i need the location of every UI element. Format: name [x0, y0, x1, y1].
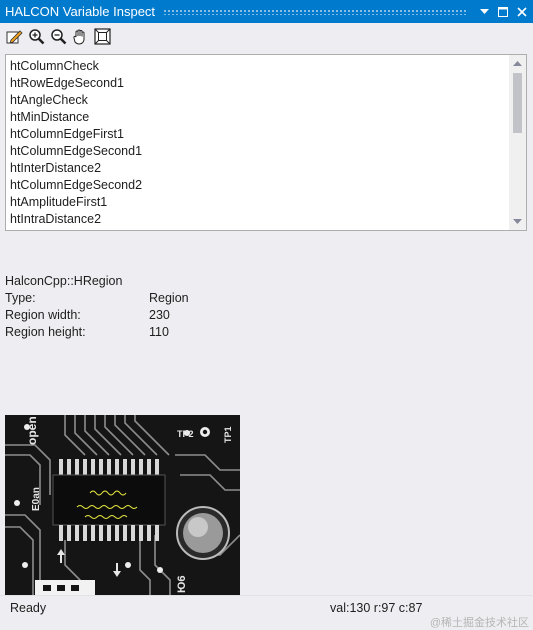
variable-listbox[interactable]: htColumnCheck htRowEdgeSecond1 htAngleCh…	[5, 54, 527, 231]
maximize-icon	[498, 6, 508, 17]
zoom-in-button[interactable]	[27, 27, 45, 45]
arrow-up-icon	[513, 61, 522, 66]
edit-icon	[6, 29, 23, 44]
list-item[interactable]: htColumnEdgeFirst1	[6, 126, 508, 143]
fit-window-button[interactable]	[93, 27, 111, 45]
silk-label: E0an	[31, 487, 42, 511]
status-text: Ready	[10, 601, 47, 615]
zoom-out-button[interactable]	[49, 27, 67, 45]
silk-label: TP1	[223, 426, 233, 443]
toolbar	[0, 23, 533, 49]
fit-window-icon	[93, 27, 111, 45]
maximize-button[interactable]	[495, 4, 511, 20]
pan-button[interactable]	[71, 27, 89, 45]
list-item[interactable]: htRowEdgeSecond1	[6, 75, 508, 92]
list-item[interactable]: htMinDistance	[6, 109, 508, 126]
scrollbar-thumb[interactable]	[513, 73, 522, 133]
list-item[interactable]: htColumnEdgeSecond2	[6, 177, 508, 194]
close-button[interactable]	[514, 4, 530, 20]
vertical-scrollbar[interactable]	[509, 55, 526, 230]
title-bar[interactable]: HALCON Variable Inspect	[0, 0, 533, 23]
list-item[interactable]: htAmplitudeFirst1	[6, 194, 508, 211]
zoom-out-icon	[50, 28, 66, 44]
window-menu-button[interactable]	[476, 4, 492, 20]
list-item[interactable]: htColumnCheck	[6, 58, 508, 75]
silk-label: Ю6	[176, 576, 188, 593]
detail-key: Region width:	[5, 308, 81, 322]
zoom-in-icon	[28, 28, 44, 44]
list-item[interactable]: htIntraDistance2	[6, 211, 508, 228]
window-title: HALCON Variable Inspect	[5, 4, 156, 19]
detail-key: Region height:	[5, 325, 86, 339]
close-icon	[517, 6, 527, 17]
detail-key: Type:	[5, 291, 36, 305]
arrow-down-icon	[513, 219, 522, 224]
detail-value: Region	[149, 291, 189, 305]
pixel-readout: val:130 r:97 c:87	[330, 601, 423, 615]
detail-value: 110	[149, 325, 169, 339]
list-item[interactable]: htAngleCheck	[6, 92, 508, 109]
list-item[interactable]: htInterDistance2	[6, 160, 508, 177]
variable-list: htColumnCheck htRowEdgeSecond1 htAngleCh…	[6, 58, 508, 228]
status-bar: Ready val:130 r:97 c:87 @稀土掘金技术社区	[0, 595, 533, 630]
variable-details: HalconCpp::HRegion Type: Region Region w…	[5, 273, 405, 341]
image-preview[interactable]: open TP2 E0an TP1 Ю6	[5, 415, 240, 595]
pcb-image: open TP2 E0an TP1 Ю6	[5, 415, 240, 595]
scroll-down-button[interactable]	[509, 213, 526, 230]
list-item[interactable]: htColumnEdgeSecond1	[6, 143, 508, 160]
chevron-down-icon	[479, 8, 489, 14]
drag-grip[interactable]	[163, 8, 468, 15]
watermark: @稀土掘金技术社区	[429, 617, 529, 629]
silk-label: TP2	[177, 429, 194, 439]
class-name: HalconCpp::HRegion	[5, 274, 123, 288]
silk-label: open	[25, 416, 39, 445]
detail-value: 230	[149, 308, 170, 322]
pan-hand-icon	[72, 29, 84, 45]
edit-button[interactable]	[5, 27, 23, 45]
scroll-up-button[interactable]	[509, 55, 526, 72]
